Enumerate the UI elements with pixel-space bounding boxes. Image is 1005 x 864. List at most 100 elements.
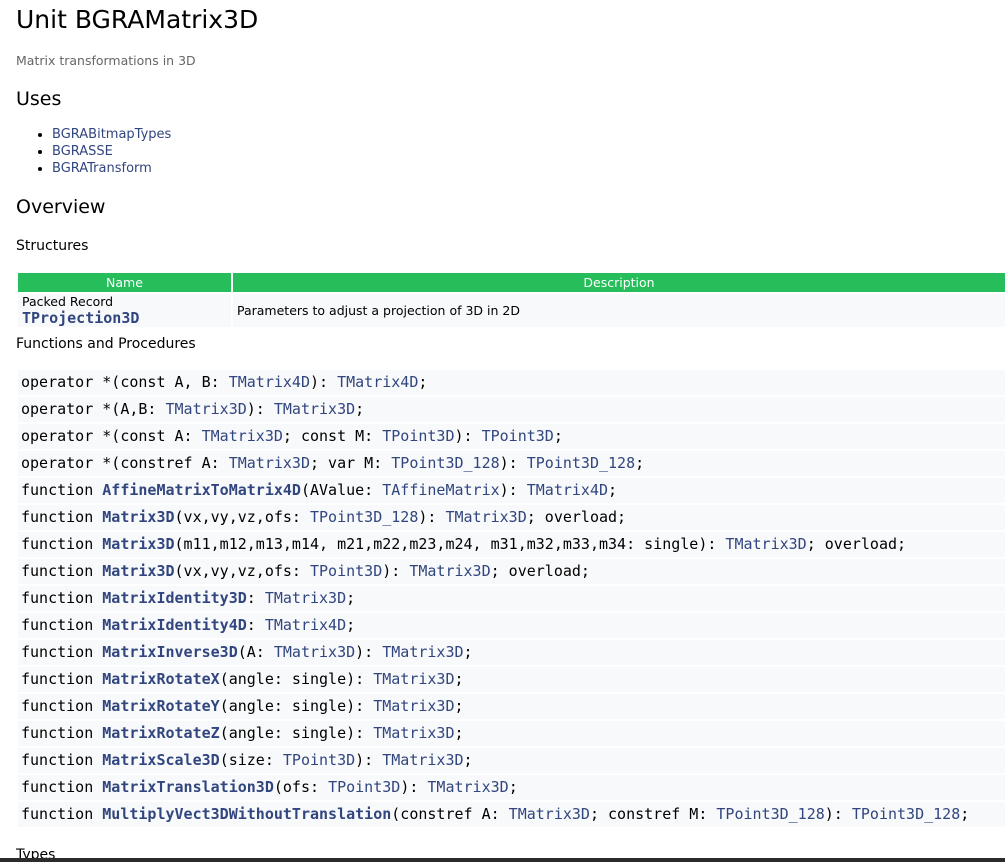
function-name-link[interactable]: MatrixRotateY [102, 697, 219, 715]
type-link[interactable]: TPoint3D [382, 427, 454, 445]
type-link[interactable]: TMatrix3D [382, 751, 463, 769]
page-title: Unit BGRAMatrix3D [16, 5, 259, 34]
function-name-link[interactable]: MatrixInverse3D [102, 643, 237, 661]
type-link[interactable]: TMatrix3D [409, 562, 490, 580]
type-link[interactable]: TPoint3D_128 [716, 805, 824, 823]
signature-text: ): [355, 643, 383, 661]
type-link[interactable]: TMatrix3D [274, 643, 355, 661]
signature-text: ; [960, 805, 970, 823]
signature-text: function [21, 562, 103, 580]
structures-heading: Structures [16, 238, 89, 254]
function-row: function Matrix3D(vx,vy,vz,ofs: TPoint3D… [18, 505, 1005, 530]
function-row: function Matrix3D(m11,m12,m13,m14, m21,m… [18, 532, 1005, 557]
function-name-link[interactable]: MultiplyVect3DWithoutTranslation [102, 805, 391, 823]
signature-text: ; [454, 670, 464, 688]
function-name-link[interactable]: MatrixIdentity3D [102, 589, 247, 607]
signature-text: function [21, 535, 103, 553]
signature-text: function [21, 778, 103, 796]
signature-text: operator *(const A: [21, 427, 202, 445]
function-name-link[interactable]: MatrixScale3D [102, 751, 219, 769]
function-name-link[interactable]: Matrix3D [102, 562, 174, 580]
uses-link-bgrasse[interactable]: BGRASSE [52, 144, 113, 159]
function-row: function MatrixRotateX(angle: single): T… [18, 667, 1005, 692]
type-link[interactable]: TMatrix4D [265, 616, 346, 634]
signature-text: ; const M: [282, 427, 383, 445]
type-link[interactable]: TMatrix3D [509, 805, 590, 823]
signature-text: ; [635, 454, 645, 472]
signature-text: function [21, 481, 103, 499]
signature-text: (angle: single): [219, 697, 374, 715]
function-name-link[interactable]: Matrix3D [102, 508, 174, 526]
function-row: operator *(const A, B: TMatrix4D): TMatr… [18, 370, 1005, 395]
type-link[interactable]: TMatrix3D [229, 454, 310, 472]
type-link[interactable]: TPoint3D_128 [852, 805, 960, 823]
signature-text: operator *(constref A: [21, 454, 229, 472]
function-row: operator *(const A: TMatrix3D; const M: … [18, 424, 1005, 449]
type-link[interactable]: TMatrix3D [445, 508, 526, 526]
function-row: function MatrixTranslation3D(ofs: TPoint… [18, 775, 1005, 800]
type-link[interactable]: TPoint3D_128 [391, 454, 499, 472]
signature-text: function [21, 508, 103, 526]
functions-heading: Functions and Procedures [16, 336, 196, 352]
type-link[interactable]: TMatrix3D [725, 535, 806, 553]
function-name-link[interactable]: MatrixRotateZ [102, 724, 219, 742]
type-link[interactable]: TMatrix3D [373, 670, 454, 688]
signature-text: ; [454, 697, 464, 715]
tprojection3d-link[interactable]: TProjection3D [22, 309, 139, 327]
type-link[interactable]: TMatrix3D [427, 778, 508, 796]
signature-text: ; [355, 400, 365, 418]
type-link[interactable]: TMatrix3D [166, 400, 247, 418]
function-name-link[interactable]: MatrixIdentity4D [102, 616, 247, 634]
record-name-cell: Packed Record TProjection3D [18, 294, 231, 327]
signature-text: ; [454, 724, 464, 742]
type-link[interactable]: TPoint3D [328, 778, 400, 796]
signature-text: ; [346, 589, 356, 607]
type-link[interactable]: TAffineMatrix [382, 481, 499, 499]
function-name-link[interactable]: AffineMatrixToMatrix4D [102, 481, 301, 499]
signature-text: ): [310, 373, 338, 391]
signature-text: ; constref M: [589, 805, 717, 823]
function-row: function Matrix3D(vx,vy,vz,ofs: TPoint3D… [18, 559, 1005, 584]
signature-text: ; [463, 643, 473, 661]
signature-text: : [246, 616, 265, 634]
signature-text: function [21, 670, 103, 688]
type-link[interactable]: TMatrix4D [527, 481, 608, 499]
type-link[interactable]: TMatrix4D [337, 373, 418, 391]
type-link[interactable]: TPoint3D [283, 751, 355, 769]
type-link[interactable]: TPoint3D [310, 562, 382, 580]
description-column-header: Description [233, 273, 1005, 292]
type-link[interactable]: TMatrix3D [373, 697, 454, 715]
signature-text: ; [346, 616, 356, 634]
type-link[interactable]: TPoint3D_128 [310, 508, 418, 526]
signature-text: ; overload; [490, 562, 590, 580]
function-name-link[interactable]: Matrix3D [102, 535, 174, 553]
signature-text: (A: [237, 643, 274, 661]
function-name-link[interactable]: MatrixRotateX [102, 670, 219, 688]
signature-text: (constref A: [391, 805, 509, 823]
type-link[interactable]: TMatrix3D [382, 643, 463, 661]
uses-link-bgratransform[interactable]: BGRATransform [52, 161, 152, 176]
signature-text: function [21, 697, 103, 715]
function-row: operator *(A,B: TMatrix3D): TMatrix3D; [18, 397, 1005, 422]
uses-link-bgrabitmaptypes[interactable]: BGRABitmapTypes [52, 127, 171, 142]
signature-text: function [21, 724, 103, 742]
type-link[interactable]: TMatrix3D [202, 427, 283, 445]
signature-text: operator *(A,B: [21, 400, 166, 418]
function-name-link[interactable]: MatrixTranslation3D [102, 778, 274, 796]
signature-text: ): [499, 481, 527, 499]
signature-text: ): [355, 751, 383, 769]
type-link[interactable]: TPoint3D [482, 427, 554, 445]
type-link[interactable]: TPoint3D_128 [527, 454, 635, 472]
type-link[interactable]: TMatrix3D [373, 724, 454, 742]
function-row: function MatrixScale3D(size: TPoint3D): … [18, 748, 1005, 773]
signature-text: function [21, 751, 103, 769]
unit-description: Matrix transformations in 3D [16, 53, 196, 68]
type-link[interactable]: TMatrix4D [229, 373, 310, 391]
type-link[interactable]: TMatrix3D [274, 400, 355, 418]
uses-list-item: BGRATransform [52, 160, 171, 177]
signature-text: ): [499, 454, 527, 472]
name-column-header: Name [18, 273, 231, 292]
type-link[interactable]: TMatrix3D [265, 589, 346, 607]
signature-text: ): [246, 400, 274, 418]
record-description-cell: Parameters to adjust a projection of 3D … [233, 294, 1005, 327]
